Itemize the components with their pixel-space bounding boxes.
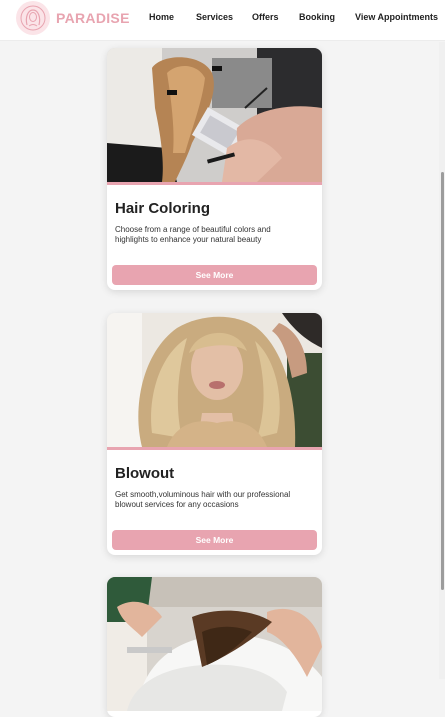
brand-name[interactable]: PARADISE — [56, 10, 130, 26]
service-card-hair-wash — [107, 577, 322, 717]
scrollbar-thumb[interactable] — [441, 172, 444, 590]
nav-view-appointments[interactable]: View Appointments — [355, 12, 438, 22]
logo[interactable] — [16, 1, 50, 35]
nav-services[interactable]: Services — [196, 12, 233, 22]
card-description: Get smooth,voluminous hair with our prof… — [115, 490, 291, 509]
woman-face-logo-icon — [20, 5, 46, 31]
card-title: Blowout — [115, 465, 175, 482]
hair-coloring-photo — [107, 48, 322, 182]
service-card-blowout: Blowout Get smooth,voluminous hair with … — [107, 313, 322, 555]
see-more-button[interactable]: See More — [112, 530, 317, 550]
card-title: Hair Coloring — [115, 200, 211, 217]
blowout-photo — [107, 313, 322, 447]
service-card-hair-coloring: Hair Coloring Choose from a range of bea… — [107, 48, 322, 290]
card-divider — [107, 447, 322, 450]
nav-home[interactable]: Home — [149, 12, 174, 22]
see-more-button[interactable]: See More — [112, 265, 317, 285]
navbar: PARADISE Home Services Offers Booking Vi… — [0, 0, 445, 41]
nav-booking[interactable]: Booking — [299, 12, 335, 22]
nav-offers[interactable]: Offers — [252, 12, 279, 22]
hair-wash-photo — [107, 577, 322, 711]
card-description: Choose from a range of beautiful colors … — [115, 225, 271, 244]
card-divider — [107, 182, 322, 185]
